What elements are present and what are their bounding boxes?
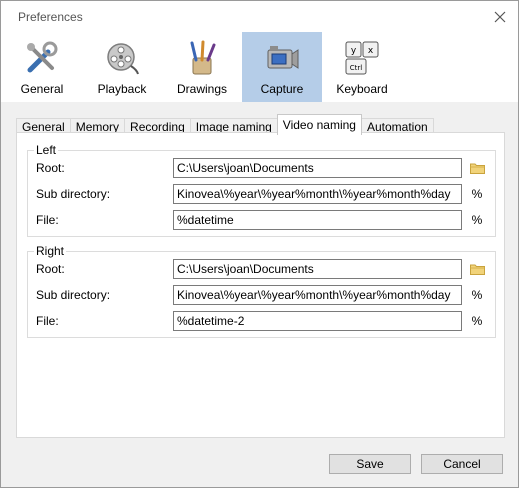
keyboard-keys-icon: y x Ctrl <box>344 40 380 76</box>
preferences-window: Preferences General Playback Drawings Ca… <box>0 0 519 488</box>
brushes-icon <box>184 40 220 76</box>
svg-text:x: x <box>368 46 374 56</box>
title-bar: Preferences <box>1 1 518 32</box>
close-icon <box>494 11 506 23</box>
left-subdir-macro-button[interactable]: % <box>468 185 486 203</box>
left-subdir-row: Sub directory: Kinovea\%year\%year%month… <box>36 184 486 204</box>
dialog-body: General Memory Recording Image naming Vi… <box>1 102 518 487</box>
toolbar-capture-label: Capture <box>260 82 304 96</box>
right-root-label: Root: <box>36 262 65 276</box>
left-root-input[interactable]: C:\Users\joan\Documents <box>173 158 462 178</box>
toolbar-playback-label: Playback <box>97 82 147 96</box>
save-button[interactable]: Save <box>329 454 411 474</box>
left-group-title: Left <box>34 143 59 157</box>
folder-icon <box>469 264 485 275</box>
tools-icon <box>24 40 60 76</box>
right-subdir-macro-button[interactable]: % <box>468 286 486 304</box>
tab-video-naming[interactable]: Video naming <box>276 114 362 135</box>
toolbar-playback[interactable]: Playback <box>82 32 162 102</box>
close-button[interactable] <box>490 7 510 27</box>
toolbar-capture[interactable]: Capture <box>242 32 322 102</box>
toolbar-general-label: General <box>20 82 64 96</box>
left-subdir-label: Sub directory: <box>36 187 111 201</box>
right-file-input[interactable]: %datetime-2 <box>173 311 462 331</box>
window-title: Preferences <box>18 10 83 24</box>
right-file-label: File: <box>36 314 59 328</box>
left-subdir-input[interactable]: Kinovea\%year\%year%month\%year%month%da… <box>173 184 462 204</box>
left-file-input[interactable]: %datetime <box>173 210 462 230</box>
left-root-browse-button[interactable] <box>468 159 486 177</box>
right-subdir-label: Sub directory: <box>36 288 111 302</box>
left-root-row: Root: C:\Users\joan\Documents <box>36 158 486 178</box>
right-group: Right Root: C:\Users\joan\Documents Sub … <box>27 244 496 338</box>
film-reel-icon <box>104 40 140 76</box>
right-root-input[interactable]: C:\Users\joan\Documents <box>173 259 462 279</box>
toolbar-drawings-label: Drawings <box>176 82 227 96</box>
left-root-label: Root: <box>36 161 65 175</box>
preferences-toolbar: General Playback Drawings Capture y x Ct… <box>1 32 518 102</box>
right-file-macro-button[interactable]: % <box>468 312 486 330</box>
camera-icon <box>264 40 300 76</box>
svg-text:Ctrl: Ctrl <box>350 64 363 72</box>
left-file-label: File: <box>36 213 59 227</box>
video-naming-panel: Left Root: C:\Users\joan\Documents Sub d… <box>16 132 505 438</box>
toolbar-keyboard-label: Keyboard <box>336 82 388 96</box>
right-root-browse-button[interactable] <box>468 260 486 278</box>
svg-text:y: y <box>351 46 357 56</box>
left-file-macro-button[interactable]: % <box>468 211 486 229</box>
right-group-title: Right <box>34 244 67 258</box>
right-file-row: File: %datetime-2 % <box>36 311 486 331</box>
right-subdir-input[interactable]: Kinovea\%year\%year%month\%year%month%da… <box>173 285 462 305</box>
left-file-row: File: %datetime % <box>36 210 486 230</box>
toolbar-general[interactable]: General <box>2 32 82 102</box>
right-subdir-row: Sub directory: Kinovea\%year\%year%month… <box>36 285 486 305</box>
right-root-row: Root: C:\Users\joan\Documents <box>36 259 486 279</box>
cancel-button[interactable]: Cancel <box>421 454 503 474</box>
folder-icon <box>469 163 485 174</box>
toolbar-keyboard[interactable]: y x Ctrl Keyboard <box>322 32 402 102</box>
toolbar-drawings[interactable]: Drawings <box>162 32 242 102</box>
left-group: Left Root: C:\Users\joan\Documents Sub d… <box>27 143 496 237</box>
